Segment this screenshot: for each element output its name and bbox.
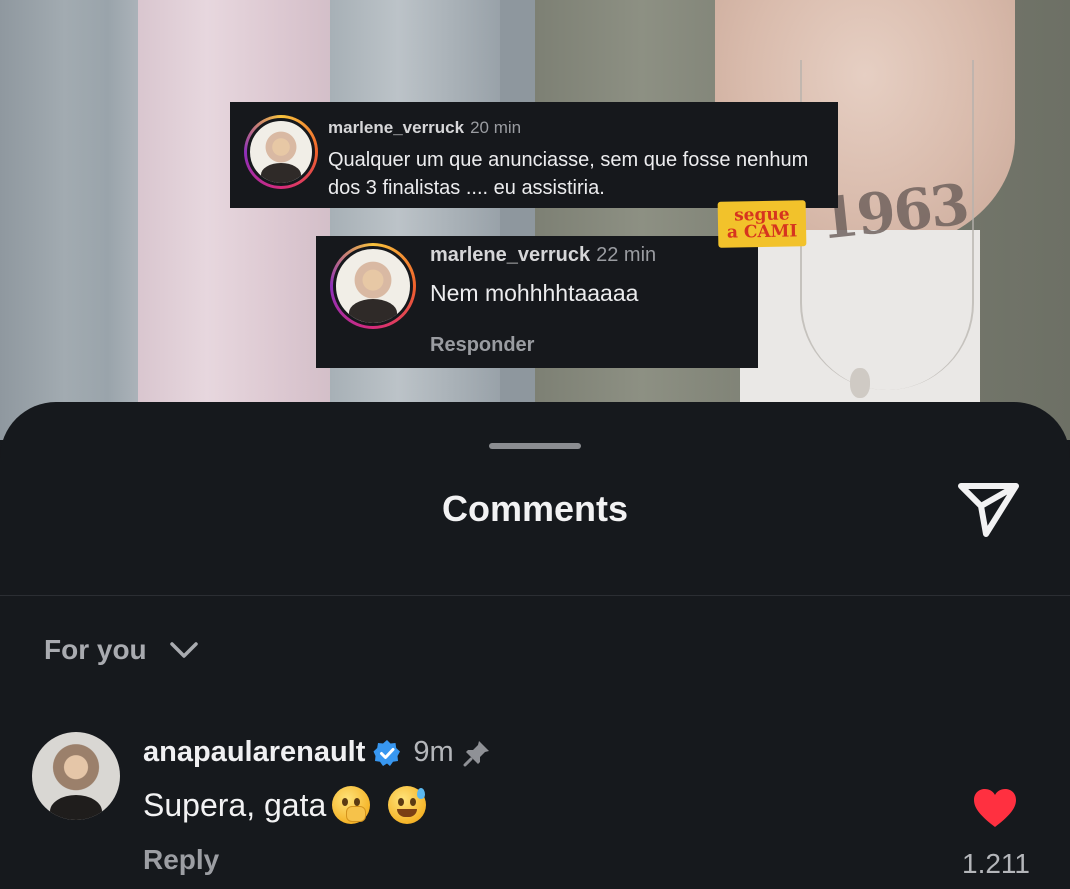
sticker-line-2: a CAMI: [726, 221, 798, 243]
reply-link: Responder: [430, 334, 535, 356]
sheet-drag-handle[interactable]: [489, 443, 581, 449]
timestamp: 22 min: [596, 244, 657, 266]
timestamp: 9m: [413, 736, 454, 768]
verified-badge-icon: [373, 739, 401, 766]
reply-button[interactable]: Reply: [143, 844, 219, 876]
pin-icon: [463, 740, 489, 766]
heart-icon[interactable]: [972, 787, 1018, 829]
comment-text: Supera, gata: [143, 786, 327, 823]
divider: [0, 595, 1070, 596]
like-count: 1.211: [962, 848, 1030, 879]
photo-lapel: [330, 0, 500, 440]
post-photo: 1963: [0, 0, 1070, 440]
username: marlene_verruck: [430, 244, 591, 266]
sheet-title: Comments: [441, 488, 629, 529]
send-icon[interactable]: [956, 478, 1022, 540]
overlay-comment-header: marlene_verruck 20 min: [328, 118, 521, 138]
overlay-comment-header: marlene_verruck 22 min: [430, 244, 656, 267]
username: marlene_verruck: [328, 118, 465, 137]
photo-pendant: [850, 368, 870, 398]
avatar: [330, 243, 416, 329]
overlay-comment-1: marlene_verruck 20 min Qualquer um que an…: [230, 102, 838, 208]
username[interactable]: anapaularenault: [143, 736, 365, 769]
timestamp: 20 min: [470, 118, 522, 137]
comment-text: Nem mohhhhtaaaaa: [430, 280, 639, 306]
overlay-comment-2: marlene_verruck 22 min Nem mohhhhtaaaaa R…: [316, 236, 758, 368]
filter-label: For you: [44, 634, 147, 665]
comment-filter-dropdown[interactable]: For you: [44, 634, 199, 666]
grinning-sweat-emoji-icon: [388, 786, 427, 824]
watermark-sticker: segue a CAMI: [717, 200, 807, 248]
comment-text: Qualquer um que anunciasse, sem que foss…: [328, 149, 809, 199]
hand-over-mouth-emoji-icon: [332, 786, 371, 824]
comment-text-row: Supera, gata: [143, 786, 427, 824]
comments-sheet: Comments For you anapaularenault 9m Supe…: [0, 402, 1070, 889]
chevron-down-icon: [169, 642, 198, 658]
avatar: [244, 115, 318, 189]
comment-header: anapaularenault 9m: [143, 736, 492, 769]
avatar[interactable]: [32, 732, 120, 820]
